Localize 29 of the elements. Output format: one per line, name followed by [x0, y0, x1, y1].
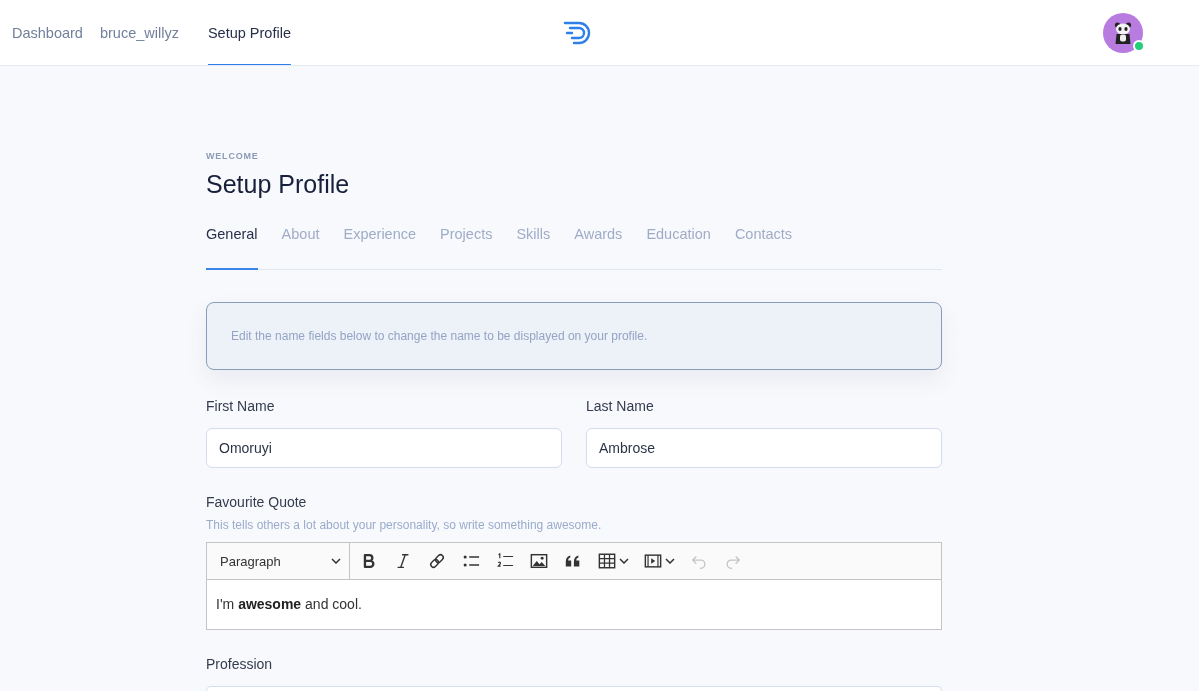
- nav-link[interactable]: Dashboard: [12, 0, 83, 65]
- profile-tab[interactable]: Education: [646, 222, 711, 270]
- nav-link[interactable]: Setup Profile: [207, 0, 291, 65]
- caret-icon: [664, 558, 675, 564]
- field-label: Last Name: [586, 398, 654, 414]
- profile-tab[interactable]: Awards: [574, 222, 623, 270]
- panda-avatar-icon[interactable]: [1103, 12, 1143, 53]
- caret-icon: [331, 558, 341, 564]
- input-field[interactable]: Ambrose: [586, 428, 942, 468]
- format-dropdown[interactable]: Paragraph: [207, 543, 350, 579]
- info-notice: Edit the name fields below to change the name to be displayed on your profile.: [206, 302, 942, 370]
- field-label: Favourite Quote: [206, 494, 307, 510]
- page-title: Setup Profile: [206, 169, 350, 200]
- profile-tab[interactable]: Contacts: [734, 222, 793, 270]
- input-field[interactable]: [206, 686, 942, 691]
- input-field[interactable]: Omoruyi: [206, 428, 562, 468]
- quote-editor-field[interactable]: I'm awesome and cool.: [206, 580, 942, 630]
- field-label: Profession: [206, 656, 273, 672]
- eyebrow-text: WELCOME: [206, 150, 259, 162]
- profile-tab[interactable]: Experience: [343, 222, 417, 270]
- field-label: First Name: [206, 398, 275, 414]
- logo-icon[interactable]: [562, 20, 593, 45]
- profile-tab[interactable]: About: [281, 222, 320, 270]
- help-text: This tells others a lot about your personality, so write something awesome.: [206, 518, 602, 532]
- profile-tab[interactable]: Projects: [440, 222, 493, 270]
- caret-icon: [618, 558, 629, 564]
- nav-link[interactable]: bruce_willyz: [99, 0, 179, 65]
- profile-tab[interactable]: General: [206, 222, 258, 270]
- profile-tab[interactable]: Skills: [516, 222, 551, 270]
